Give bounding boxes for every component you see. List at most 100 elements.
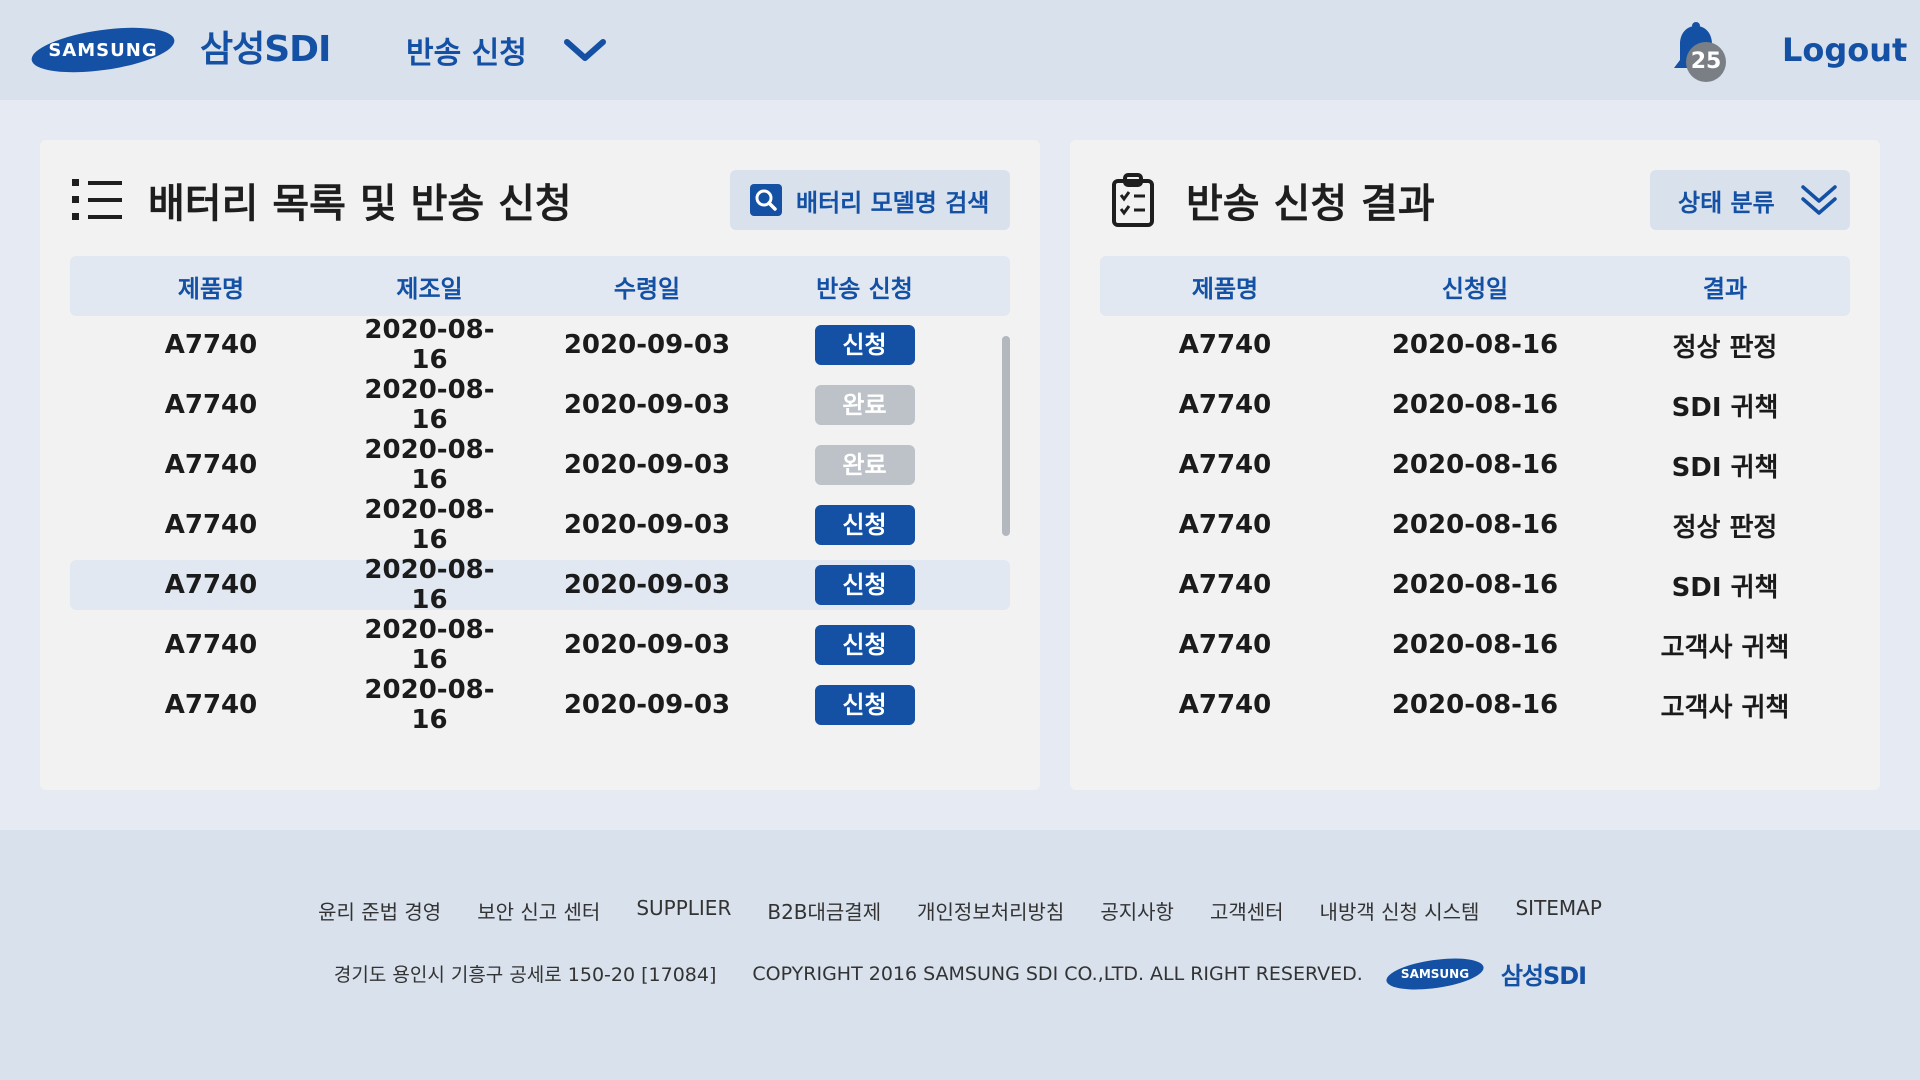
battery-model-search-label: 배터리 모델명 검색 [796, 188, 990, 217]
table-row[interactable]: A7740 2020-08-16 고객사 귀책 [1100, 620, 1850, 670]
cell-manufactured-date: 2020-08-16 [364, 615, 495, 675]
table-row[interactable]: A7740 2020-08-16 2020-09-03 신청 [70, 615, 1010, 675]
cell-return-request: 신청 [787, 325, 942, 365]
battery-list-heading: 배터리 목록 및 반송 신청 [70, 168, 572, 232]
cell-received-date: 2020-09-03 [563, 690, 731, 720]
footer-link[interactable]: 보안 신고 센터 [477, 896, 600, 925]
return-result-heading: 반송 신청 결과 [1108, 168, 1435, 232]
column-header-return-request[interactable]: 반송 신청 [787, 269, 942, 304]
table-row[interactable]: A7740 2020-08-16 2020-09-03 신청 [70, 675, 1010, 735]
cell-product: A7740 [1178, 330, 1272, 360]
cell-product: A7740 [1178, 390, 1272, 420]
footer-link[interactable]: 공지사항 [1100, 896, 1174, 925]
cell-product: A7740 [164, 510, 258, 540]
table-row[interactable]: A7740 2020-08-16 SDI 귀책 [1100, 560, 1850, 610]
result-table-header: 제품명 신청일 결과 [1100, 256, 1850, 316]
table-row[interactable]: A7740 2020-08-16 2020-09-03 신청 [70, 495, 1010, 555]
return-request-button[interactable]: 신청 [814, 565, 915, 605]
nav-menu-dropdown[interactable]: 반송 신청 [406, 26, 607, 74]
footer-brand-name: 삼성SDI [1500, 962, 1587, 990]
cell-applied-date: 2020-08-16 [1391, 630, 1559, 660]
table-row[interactable]: A7740 2020-08-16 정상 판정 [1100, 500, 1850, 550]
table-row[interactable]: A7740 2020-08-16 고객사 귀책 [1100, 680, 1850, 730]
top-header: SAMSUNG 삼성SDI 반송 신청 25 Logout [0, 0, 1920, 100]
cell-applied-date: 2020-08-16 [1391, 690, 1559, 720]
cell-result: 고객사 귀책 [1660, 692, 1790, 723]
column-header-product[interactable]: 제품명 [1100, 269, 1350, 304]
battery-table-body: A7740 2020-08-16 2020-09-03 신청 A7740 2020-08-… [70, 315, 1010, 740]
logout-button[interactable]: Logout [1782, 26, 1907, 74]
cell-return-request: 신청 [787, 685, 942, 725]
cell-product: A7740 [1178, 690, 1272, 720]
cell-manufactured-date: 2020-08-16 [364, 375, 495, 435]
page-footer: 윤리 준법 경영 보안 신고 센터 SUPPLIER B2B대금결제 개인정보처리방침 공… [0, 830, 1920, 1080]
column-header-received[interactable]: 수령일 [507, 269, 787, 304]
table-row[interactable]: A7740 2020-08-16 2020-09-03 완료 [70, 435, 1010, 495]
cell-result: 고객사 귀책 [1660, 632, 1790, 663]
clipboard-icon [1112, 173, 1154, 227]
battery-list-title: 배터리 목록 및 반송 신청 [148, 181, 572, 227]
footer-link[interactable]: SUPPLIER [636, 896, 731, 925]
return-request-button[interactable]: 신청 [814, 685, 915, 725]
footer-link[interactable]: 내방객 신청 시스템 [1320, 896, 1480, 925]
footer-link[interactable]: 윤리 준법 경영 [318, 896, 441, 925]
cell-manufactured-date: 2020-08-16 [364, 495, 495, 555]
cell-manufactured-date: 2020-08-16 [364, 315, 495, 375]
table-row[interactable]: A7740 2020-08-16 2020-09-03 완료 [70, 375, 1010, 435]
return-complete-badge: 완료 [814, 445, 915, 485]
cell-received-date: 2020-09-03 [563, 510, 731, 540]
battery-list-panel: 배터리 목록 및 반송 신청 배터리 모델명 검색 제품명 제조일 수령일 반송… [40, 140, 1040, 790]
status-filter-dropdown[interactable]: 상태 분류 [1650, 170, 1850, 230]
column-header-applied-date[interactable]: 신청일 [1350, 269, 1600, 304]
cell-received-date: 2020-09-03 [563, 450, 731, 480]
samsung-logo[interactable]: SAMSUNG [30, 26, 176, 74]
footer-link[interactable]: SITEMAP [1515, 896, 1601, 925]
cell-result: SDI 귀책 [1671, 452, 1779, 483]
cell-product: A7740 [1178, 450, 1272, 480]
footer-link[interactable]: 고객센터 [1210, 896, 1284, 925]
cell-applied-date: 2020-08-16 [1391, 390, 1559, 420]
cell-return-request: 신청 [787, 565, 942, 605]
cell-product: A7740 [1178, 630, 1272, 660]
column-header-product[interactable]: 제품명 [70, 269, 352, 304]
return-request-button[interactable]: 신청 [814, 505, 915, 545]
table-row[interactable]: A7740 2020-08-16 2020-09-03 신청 [70, 555, 1010, 615]
return-result-panel: 반송 신청 결과 상태 분류 제품명 신청일 결과 A7740 2020-08-1… [1070, 140, 1880, 790]
cell-applied-date: 2020-08-16 [1391, 450, 1559, 480]
brand-name[interactable]: 삼성SDI [200, 26, 331, 74]
battery-table-scrollbar[interactable] [1002, 336, 1010, 536]
column-header-result[interactable]: 결과 [1600, 269, 1850, 304]
table-row[interactable]: A7740 2020-08-16 SDI 귀책 [1100, 380, 1850, 430]
nav-menu-label: 반송 신청 [406, 36, 527, 71]
cell-product: A7740 [164, 330, 258, 360]
cell-product: A7740 [1178, 570, 1272, 600]
return-result-title: 반송 신청 결과 [1186, 181, 1435, 227]
table-row[interactable]: A7740 2020-08-16 2020-09-03 신청 [70, 315, 1010, 375]
table-row[interactable]: A7740 2020-08-16 정상 판정 [1100, 320, 1850, 370]
cell-result: 정상 판정 [1672, 332, 1778, 363]
table-row[interactable]: A7740 2020-08-16 SDI 귀책 [1100, 440, 1850, 490]
cell-product: A7740 [1178, 510, 1272, 540]
cell-product: A7740 [164, 450, 258, 480]
cell-product: A7740 [164, 390, 258, 420]
footer-copyright: COPYRIGHT 2016 SAMSUNG SDI CO.,LTD. ALL … [752, 962, 1363, 985]
cell-result: 정상 판정 [1672, 512, 1778, 543]
cell-applied-date: 2020-08-16 [1391, 330, 1559, 360]
cell-manufactured-date: 2020-08-16 [364, 675, 495, 735]
cell-received-date: 2020-09-03 [563, 330, 731, 360]
list-icon [72, 179, 122, 220]
footer-info: 경기도 용인시 기흥구 공세로 150-20 [17084] COPYRIGHT… [0, 956, 1920, 991]
samsung-logo-text: SAMSUNG [48, 40, 157, 61]
cell-manufactured-date: 2020-08-16 [364, 555, 495, 615]
cell-applied-date: 2020-08-16 [1391, 570, 1559, 600]
column-header-manufactured[interactable]: 제조일 [352, 269, 507, 304]
cell-product: A7740 [164, 570, 258, 600]
cell-manufactured-date: 2020-08-16 [364, 435, 495, 495]
return-request-button[interactable]: 신청 [814, 625, 915, 665]
footer-link[interactable]: 개인정보처리방침 [917, 896, 1064, 925]
return-complete-badge: 완료 [814, 385, 915, 425]
footer-link[interactable]: B2B대금결제 [767, 896, 881, 925]
return-request-button[interactable]: 신청 [814, 325, 915, 365]
battery-model-search-button[interactable]: 배터리 모델명 검색 [730, 170, 1010, 230]
cell-applied-date: 2020-08-16 [1391, 510, 1559, 540]
